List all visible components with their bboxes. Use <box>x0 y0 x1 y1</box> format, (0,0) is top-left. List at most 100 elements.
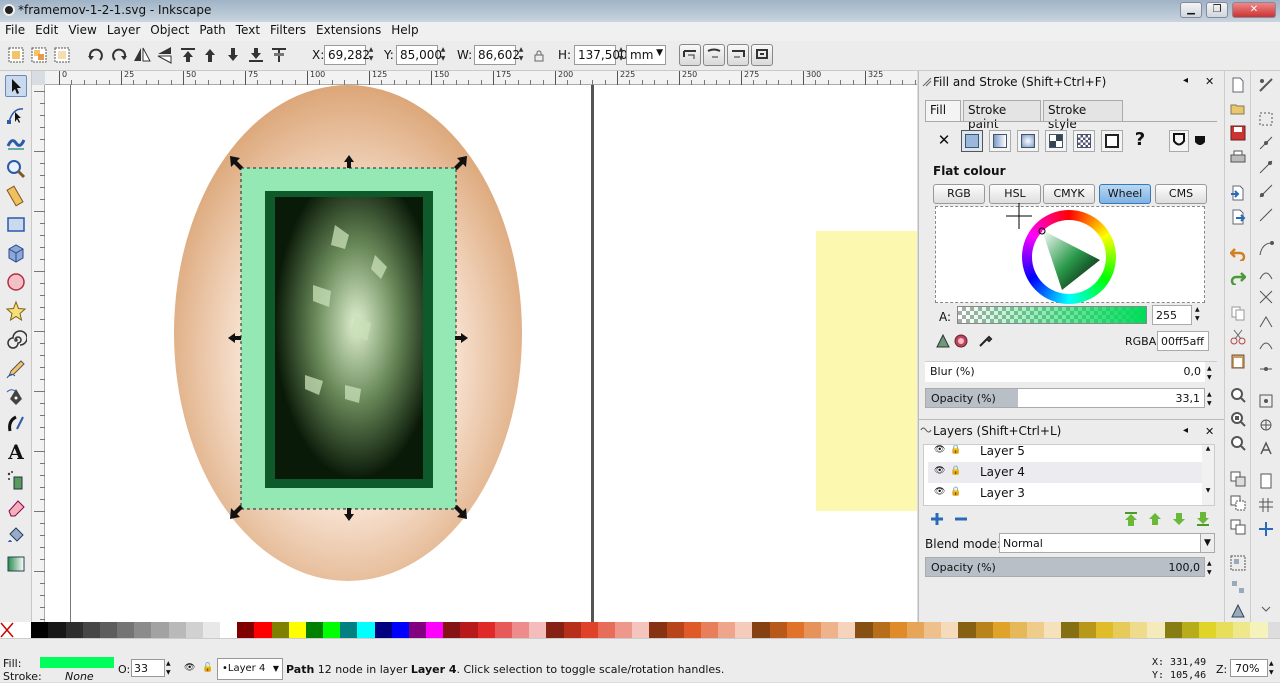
flat-color-button[interactable] <box>961 130 983 152</box>
measure-tool-icon[interactable] <box>5 185 27 207</box>
unit-select[interactable]: mm ▼ <box>626 45 666 65</box>
minimize-button[interactable]: ▁ <box>1180 2 1202 18</box>
zoom-drawing-icon[interactable] <box>1230 411 1246 427</box>
color-swatch[interactable] <box>855 622 873 638</box>
object-opacity-slider[interactable]: Opacity (%) 33,1 <box>925 388 1205 408</box>
color-swatch[interactable] <box>511 622 530 638</box>
color-swatch[interactable] <box>821 622 839 638</box>
no-color-swatch[interactable] <box>0 622 14 638</box>
menu-object[interactable]: Object <box>145 22 194 37</box>
y-input[interactable]: 85,000 <box>396 45 442 65</box>
snap-cusp-icon[interactable] <box>1258 313 1274 329</box>
color-swatch[interactable] <box>1113 622 1131 638</box>
linear-gradient-button[interactable] <box>989 130 1011 152</box>
spiral-tool-icon[interactable] <box>5 329 27 351</box>
zoom-page-icon[interactable] <box>1230 435 1246 451</box>
status-opacity-input[interactable]: 33 <box>131 659 165 677</box>
print-icon[interactable] <box>1230 149 1246 165</box>
color-swatch[interactable] <box>632 622 650 638</box>
eye-icon[interactable]: 👁 <box>934 487 945 497</box>
rotate-cw-icon[interactable] <box>109 45 129 65</box>
pattern-button[interactable] <box>1073 130 1095 152</box>
layer-name[interactable]: Layer 4 <box>980 465 1025 479</box>
color-swatch[interactable] <box>426 622 444 638</box>
color-swatch[interactable] <box>1061 622 1079 638</box>
layer-lock-icon[interactable]: 🔓 <box>202 663 213 673</box>
menu-layer[interactable]: Layer <box>102 22 145 37</box>
color-swatch[interactable] <box>151 622 169 638</box>
color-swatch[interactable] <box>786 622 804 638</box>
new-document-icon[interactable] <box>1230 77 1246 93</box>
color-swatch[interactable] <box>134 622 152 638</box>
unset-paint-button[interactable]: ? <box>1129 130 1151 152</box>
mode-cms[interactable]: CMS <box>1155 184 1207 204</box>
color-palette[interactable] <box>0 622 1280 638</box>
calligraphy-tool-icon[interactable] <box>5 413 27 435</box>
spray-tool-icon[interactable] <box>5 469 27 491</box>
layer-opacity-stepper[interactable]: ▲ ▼ <box>1207 559 1212 577</box>
menu-view[interactable]: View <box>63 22 101 37</box>
scale-stroke-toggle[interactable] <box>679 44 701 66</box>
ellipse-tool-icon[interactable] <box>5 271 27 293</box>
color-swatch[interactable] <box>460 622 478 638</box>
eye-icon[interactable]: 👁 <box>934 445 945 455</box>
mode-hsl[interactable]: HSL <box>989 184 1041 204</box>
zoom-input[interactable]: 70% <box>1230 659 1268 677</box>
3d-box-tool-icon[interactable] <box>5 242 27 264</box>
palette-scroll-button[interactable] <box>1267 622 1280 638</box>
add-layer-icon[interactable] <box>929 511 945 527</box>
color-swatch[interactable] <box>666 622 684 638</box>
color-swatch[interactable] <box>357 622 375 638</box>
color-swatch[interactable] <box>305 622 324 638</box>
pen-tool-icon[interactable] <box>5 386 27 408</box>
lower-to-bottom-icon[interactable] <box>246 45 266 65</box>
snap-bbox-corner-icon[interactable] <box>1258 159 1274 175</box>
color-swatch[interactable] <box>803 622 822 638</box>
swatch-button[interactable] <box>1101 130 1123 152</box>
color-swatch[interactable] <box>271 622 289 638</box>
drawing-canvas[interactable] <box>45 85 917 622</box>
close-button[interactable]: ✕ <box>1232 2 1276 18</box>
deselect-icon[interactable] <box>52 45 72 65</box>
export-icon[interactable] <box>1230 209 1246 225</box>
color-swatch[interactable] <box>529 622 547 638</box>
collapse-icon[interactable]: ◂ <box>1183 75 1197 87</box>
fill-rule-evenodd-button[interactable] <box>1169 130 1189 152</box>
lock-icon[interactable]: 🔒 <box>950 445 961 455</box>
color-swatch[interactable] <box>752 622 770 638</box>
scale-corners-toggle[interactable] <box>703 44 725 66</box>
color-swatch[interactable] <box>14 622 32 638</box>
fill-stroke-dialog-icon[interactable] <box>1230 603 1246 619</box>
lock-ratio-icon[interactable] <box>533 50 545 62</box>
unlink-clone-icon[interactable] <box>1230 519 1246 535</box>
snap-smooth-icon[interactable] <box>1258 337 1274 353</box>
text-tool-icon[interactable]: A <box>5 441 27 463</box>
node-tool-icon[interactable] <box>5 104 27 126</box>
rgba-input[interactable]: 00ff5aff <box>1157 331 1209 351</box>
color-swatch[interactable] <box>117 622 135 638</box>
snap-midpoint-icon[interactable] <box>1258 361 1274 377</box>
menu-help[interactable]: Help <box>386 22 423 37</box>
color-swatch[interactable] <box>391 622 409 638</box>
duplicate-icon[interactable] <box>1230 471 1246 487</box>
ungroup-icon[interactable] <box>1230 579 1246 595</box>
color-swatch[interactable] <box>649 622 667 638</box>
blur-slider[interactable]: Blur (%) 0,0 <box>925 362 1205 382</box>
x-input[interactable]: 69,282 <box>324 45 370 65</box>
yellow-rectangle[interactable] <box>816 231 917 511</box>
group-icon[interactable] <box>1230 555 1246 571</box>
snap-object-center-icon[interactable] <box>1258 393 1274 409</box>
lower-icon[interactable] <box>223 45 243 65</box>
snap-overflow-icon[interactable] <box>1258 601 1274 617</box>
cut-icon[interactable] <box>1230 329 1246 345</box>
color-swatch[interactable] <box>580 622 598 638</box>
menu-text[interactable]: Text <box>231 22 265 37</box>
color-swatch[interactable] <box>906 622 925 638</box>
snap-bbox-icon[interactable] <box>1258 111 1274 127</box>
paste-icon[interactable] <box>1230 353 1246 369</box>
color-swatch[interactable] <box>958 622 976 638</box>
color-swatch[interactable] <box>1250 622 1268 638</box>
color-wheel-area[interactable] <box>935 203 1205 304</box>
snap-page-border-icon[interactable] <box>1258 473 1274 489</box>
color-swatch[interactable] <box>323 622 341 638</box>
